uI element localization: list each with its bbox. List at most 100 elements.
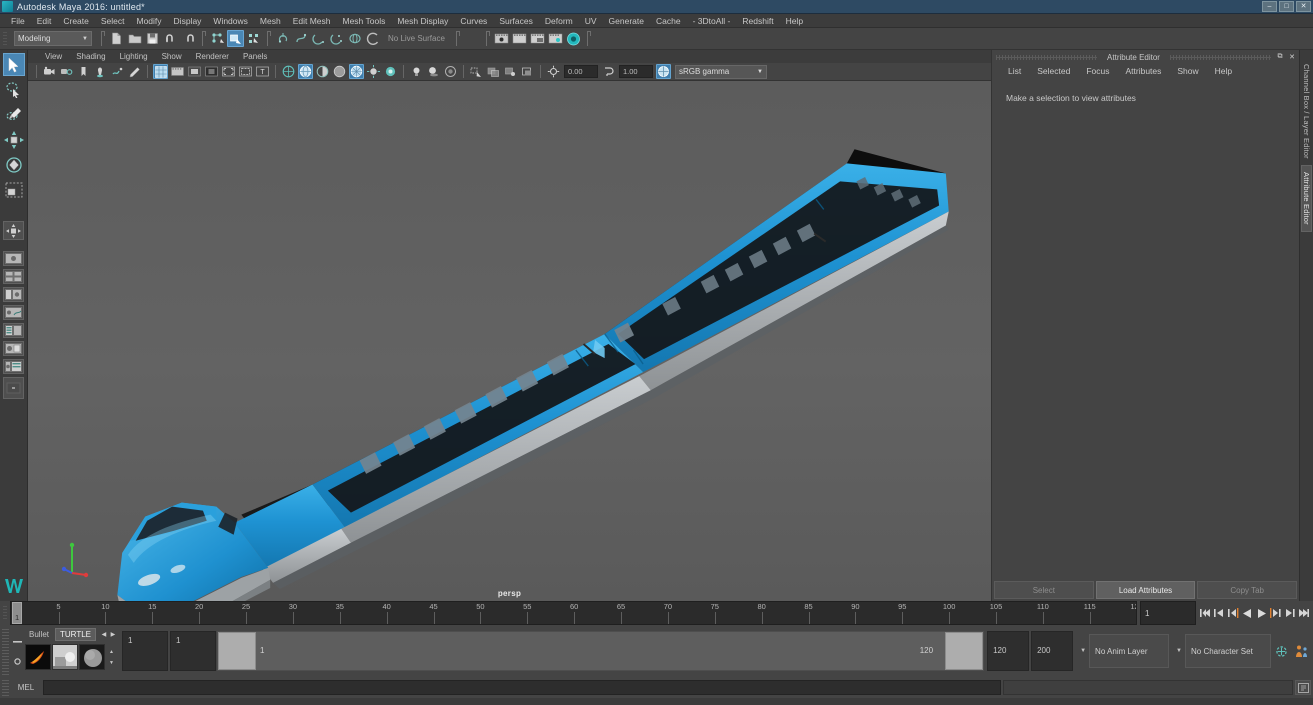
ae-menu-list[interactable]: List xyxy=(1000,64,1029,79)
ae-menu-help[interactable]: Help xyxy=(1207,64,1240,79)
film-origin-icon[interactable] xyxy=(221,64,236,79)
texture-shading-icon[interactable] xyxy=(383,64,398,79)
exposure-value-field[interactable]: 0.00 xyxy=(564,65,598,78)
ipr-render-icon[interactable] xyxy=(511,30,528,47)
new-scene-icon[interactable] xyxy=(108,30,125,47)
range-slider-bar[interactable]: 1 120 xyxy=(217,631,985,671)
select-by-component-icon[interactable] xyxy=(245,30,262,47)
render-current-frame-icon[interactable] xyxy=(493,30,510,47)
xray-joints-icon[interactable] xyxy=(503,64,518,79)
step-forward-frame-icon[interactable] xyxy=(1269,605,1282,621)
menu-display[interactable]: Display xyxy=(168,14,208,28)
command-input-field[interactable] xyxy=(43,680,1001,695)
minimize-button[interactable]: – xyxy=(1262,1,1277,12)
anim-end-time-field[interactable]: 200 xyxy=(1031,631,1074,671)
toolbar-separator-4[interactable] xyxy=(455,31,460,46)
close-icon[interactable]: ✕ xyxy=(1287,52,1297,62)
maximize-button[interactable]: □ xyxy=(1279,1,1294,12)
scale-tool-icon[interactable] xyxy=(3,178,25,201)
range-end-handle[interactable] xyxy=(945,632,984,670)
panel-grip-right[interactable] xyxy=(1169,54,1272,60)
grease-pencil-icon[interactable] xyxy=(127,64,142,79)
single-pane-layout-icon[interactable] xyxy=(3,377,24,399)
open-scene-icon[interactable] xyxy=(126,30,143,47)
flat-shade-icon[interactable] xyxy=(332,64,347,79)
menu-cache[interactable]: Cache xyxy=(650,14,687,28)
gate-mask-icon[interactable] xyxy=(204,64,219,79)
shelf-tab-turtle[interactable]: TURTLE xyxy=(55,628,96,641)
go-to-start-icon[interactable] xyxy=(1199,605,1212,621)
hypershade-icon[interactable] xyxy=(547,30,564,47)
gamma-icon[interactable] xyxy=(601,64,616,79)
image-plane-icon[interactable] xyxy=(93,64,108,79)
menu-redshift[interactable]: Redshift xyxy=(736,14,779,28)
gamma-value-field[interactable]: 1.00 xyxy=(619,65,653,78)
viewport-menu-lighting[interactable]: Lighting xyxy=(113,50,155,63)
exposure-icon[interactable] xyxy=(546,64,561,79)
menu-mesh[interactable]: Mesh xyxy=(254,14,287,28)
snap-to-grid-icon[interactable] xyxy=(274,30,291,47)
single-perspective-layout-icon[interactable] xyxy=(3,251,24,266)
use-default-material-icon[interactable] xyxy=(366,64,381,79)
xray-icon[interactable] xyxy=(486,64,501,79)
color-management-toggle-icon[interactable] xyxy=(656,64,671,79)
chevron-up-icon[interactable]: ▲ xyxy=(109,649,114,655)
use-all-lights-icon[interactable] xyxy=(409,64,424,79)
step-forward-keyframe-icon[interactable] xyxy=(1283,605,1296,621)
snap-to-view-plane-icon[interactable] xyxy=(346,30,363,47)
smooth-shade-selected-icon[interactable] xyxy=(315,64,330,79)
snap-to-curve-icon[interactable] xyxy=(292,30,309,47)
isolate-select-icon[interactable] xyxy=(469,64,484,79)
ae-menu-selected[interactable]: Selected xyxy=(1029,64,1078,79)
viewport-menu-panels[interactable]: Panels xyxy=(236,50,274,63)
render-view-icon[interactable] xyxy=(565,30,582,47)
menu-deform[interactable]: Deform xyxy=(539,14,579,28)
undo-icon[interactable] xyxy=(162,30,179,47)
bookmarks-icon[interactable] xyxy=(76,64,91,79)
command-line-grip[interactable] xyxy=(2,679,9,696)
shelf-next-icon[interactable]: ▶ xyxy=(109,631,117,638)
range-start-handle[interactable] xyxy=(218,632,256,670)
toolbar-separator[interactable] xyxy=(100,31,105,46)
last-tool-used-icon[interactable] xyxy=(3,221,24,240)
menu-generate[interactable]: Generate xyxy=(603,14,650,28)
chevron-down-icon[interactable]: ▼ xyxy=(1173,648,1185,654)
anim-layer-field[interactable]: No Anim Layer xyxy=(1089,634,1170,668)
step-back-frame-icon[interactable] xyxy=(1227,605,1240,621)
play-backwards-icon[interactable] xyxy=(1241,605,1254,621)
menu-mesh-display[interactable]: Mesh Display xyxy=(391,14,454,28)
side-tab-attribute-editor[interactable]: Attribute Editor xyxy=(1301,164,1312,232)
menu-select[interactable]: Select xyxy=(95,14,131,28)
screen-space-ao-icon[interactable] xyxy=(443,64,458,79)
menu-edit[interactable]: Edit xyxy=(31,14,58,28)
hypershade-persp-layout-icon[interactable] xyxy=(3,323,24,338)
menu-modify[interactable]: Modify xyxy=(131,14,168,28)
move-tool-icon[interactable] xyxy=(3,128,25,151)
copy-tab-button[interactable]: Copy Tab xyxy=(1197,581,1298,599)
perspective-viewport[interactable]: persp xyxy=(28,81,991,601)
turtle-bake-icon[interactable] xyxy=(52,644,78,670)
menu-curves[interactable]: Curves xyxy=(454,14,493,28)
anim-start-time-field[interactable]: 1 xyxy=(122,631,168,671)
step-back-keyframe-icon[interactable] xyxy=(1213,605,1226,621)
viewport-menu-view[interactable]: View xyxy=(38,50,69,63)
shadows-icon[interactable] xyxy=(426,64,441,79)
range-end-time-field[interactable]: 120 xyxy=(987,631,1030,671)
time-slider-track[interactable]: 1 5 10 15 20 25 30 35 40 45 50 55 60 65 70 75 80 85 90 95 1… xyxy=(10,601,1137,625)
ae-menu-attributes[interactable]: Attributes xyxy=(1117,64,1169,79)
make-live-icon[interactable] xyxy=(364,30,381,47)
persp-graph-editor-layout-icon[interactable] xyxy=(3,305,24,320)
time-slider-grip[interactable] xyxy=(0,601,10,625)
ae-menu-focus[interactable]: Focus xyxy=(1078,64,1117,79)
redo-icon[interactable] xyxy=(180,30,197,47)
resolution-gate-icon[interactable] xyxy=(187,64,202,79)
load-attributes-button[interactable]: Load Attributes xyxy=(1095,581,1196,599)
toolbar-separator-2[interactable] xyxy=(201,31,206,46)
range-start-time-field[interactable]: 1 xyxy=(170,631,216,671)
chevron-down-icon[interactable]: ▼ xyxy=(109,660,114,666)
menu-mesh-tools[interactable]: Mesh Tools xyxy=(337,14,392,28)
wireframe-shading-icon[interactable] xyxy=(281,64,296,79)
shelf-grip[interactable] xyxy=(2,627,9,675)
camera-attributes-icon[interactable] xyxy=(59,64,74,79)
paint-select-tool-icon[interactable] xyxy=(3,103,25,126)
